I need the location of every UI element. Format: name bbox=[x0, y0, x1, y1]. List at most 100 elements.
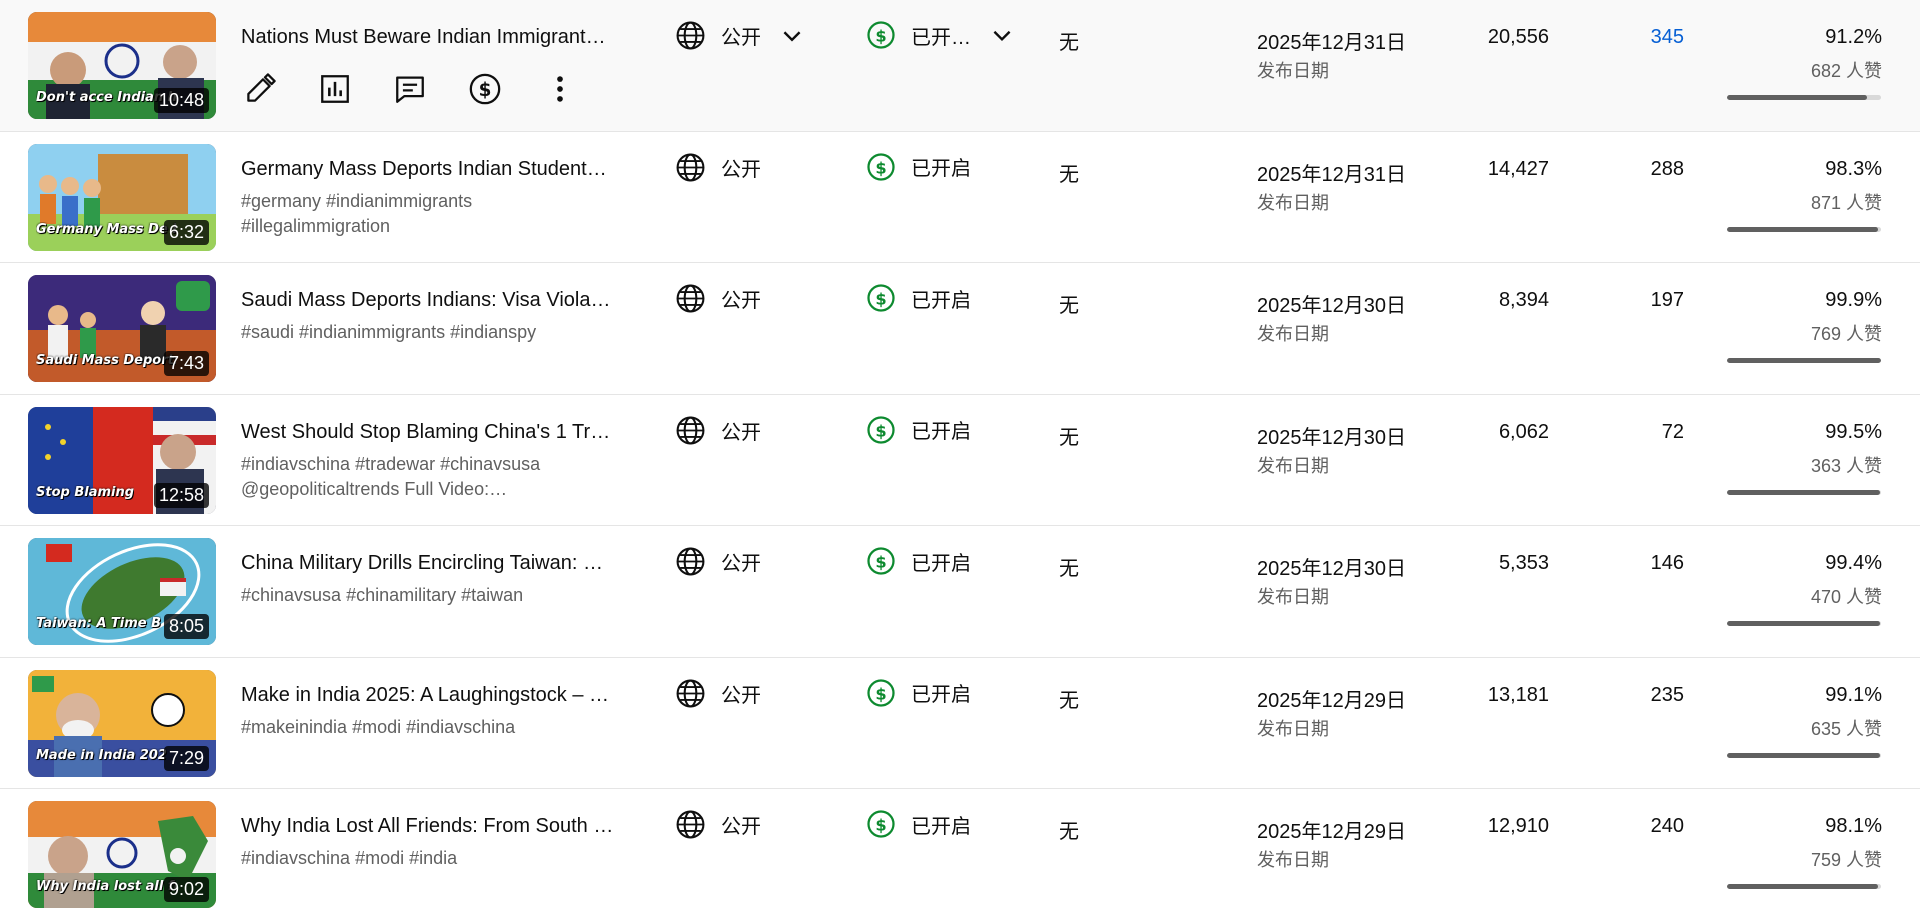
likes-percentage: 91.2% bbox=[1825, 26, 1882, 48]
monetization-selector[interactable]: $ 已开启 bbox=[866, 415, 971, 445]
more-options-button[interactable] bbox=[541, 70, 578, 107]
view-count: 12,910 bbox=[1487, 815, 1549, 837]
svg-text:$: $ bbox=[875, 552, 886, 571]
publish-date: 2025年12月30日 bbox=[1257, 295, 1406, 317]
globe-icon bbox=[676, 679, 705, 707]
visibility-selector[interactable]: 公开 bbox=[675, 415, 761, 446]
comment-count[interactable]: 240 bbox=[1651, 815, 1684, 838]
video-thumbnail[interactable]: Made in India 202 7:29 bbox=[28, 669, 216, 777]
comment-count[interactable]: 288 bbox=[1651, 158, 1684, 181]
publish-date: 2025年12月30日 bbox=[1257, 426, 1406, 449]
monetization-label: 已开启 bbox=[911, 684, 971, 706]
visibility-selector[interactable]: 公开 bbox=[675, 152, 761, 183]
svg-text:$: $ bbox=[875, 158, 886, 177]
monetization-label: 已开启 bbox=[911, 289, 971, 312]
video-duration: 12:58 bbox=[153, 482, 209, 508]
likes-ratio-bar bbox=[1727, 358, 1881, 363]
comment-count[interactable]: 72 bbox=[1662, 421, 1684, 444]
globe-icon bbox=[676, 153, 705, 181]
description-line: @geopoliticaltrends Full Video:… bbox=[241, 478, 508, 499]
video-row[interactable]: Germany Mass De Indian Studen 6:32 Germa… bbox=[0, 131, 1920, 263]
comment-count[interactable]: 146 bbox=[1651, 552, 1684, 575]
monetization-selector[interactable]: $ 已开启 bbox=[866, 546, 971, 576]
monetization-selector[interactable]: $ 已开启 bbox=[866, 283, 971, 313]
restrictions: 无 bbox=[1059, 689, 1079, 712]
thumbnail-caption: Saudi Mass Deports bbox=[36, 353, 176, 368]
edit-button[interactable] bbox=[241, 70, 278, 107]
video-title[interactable]: West Should Stop Blaming China's 1 Tril… bbox=[241, 421, 614, 444]
video-row[interactable]: Why India lost all fr 9:02 Why India Los… bbox=[0, 789, 1920, 918]
video-title[interactable]: Make in India 2025: A Laughingstock – … bbox=[241, 684, 614, 707]
video-title[interactable]: Why India Lost All Friends: From South … bbox=[241, 815, 614, 838]
visibility-selector[interactable]: 公开 bbox=[675, 678, 761, 709]
video-thumbnail[interactable]: Don't acce Indian Immigr 10:48 bbox=[28, 12, 216, 119]
video-duration: 10:48 bbox=[153, 88, 209, 113]
comment-count[interactable]: 197 bbox=[1651, 289, 1684, 312]
visibility-selector[interactable]: 公开 bbox=[675, 20, 805, 51]
video-row[interactable]: Stop Blaming 12:58 West Should Stop Blam… bbox=[0, 394, 1920, 526]
video-thumbnail[interactable]: Taiwan: A Time B 8:05 bbox=[28, 538, 216, 645]
video-description: #saudi #indianimmigrants #indianspy bbox=[241, 320, 614, 345]
publish-date: 2025年12月31日 bbox=[1257, 163, 1406, 186]
likes-count: 470 人赞 bbox=[1810, 587, 1882, 607]
video-title[interactable]: Saudi Mass Deports Indians: Visa Viola… bbox=[241, 289, 614, 312]
dollar-circle-icon: $ bbox=[469, 73, 500, 104]
visibility-dropdown[interactable] bbox=[779, 23, 805, 49]
monetization-selector[interactable]: $ 已开启 bbox=[866, 809, 971, 839]
video-row[interactable]: Taiwan: A Time B 8:05 China Military Dri… bbox=[0, 526, 1920, 658]
likes-ratio-bar bbox=[1727, 884, 1881, 889]
globe-icon bbox=[676, 21, 705, 50]
visibility-selector[interactable]: 公开 bbox=[675, 283, 761, 314]
video-duration: 7:29 bbox=[163, 745, 209, 771]
pencil-icon bbox=[246, 72, 276, 102]
view-count: 13,181 bbox=[1487, 683, 1549, 706]
likes-count: 363 人赞 bbox=[1810, 455, 1882, 476]
dollar-circle-icon: $ bbox=[867, 415, 895, 444]
video-row[interactable]: Don't acce Indian Immigr 10:48 Nations M… bbox=[0, 0, 1920, 132]
video-row[interactable]: Made in India 202 7:29 Make in India 202… bbox=[0, 657, 1920, 789]
video-description: #chinavsusa #chinamilitary #taiwan bbox=[241, 583, 614, 608]
thumbnail-caption: Taiwan: A Time B bbox=[36, 616, 162, 631]
video-title[interactable]: Germany Mass Deports Indian Student… bbox=[241, 158, 614, 181]
likes-ratio-bar bbox=[1727, 489, 1881, 495]
restrictions: 无 bbox=[1059, 163, 1079, 186]
video-duration: 9:02 bbox=[163, 877, 209, 902]
video-row[interactable]: Saudi Mass Deports 7:43 Saudi Mass Depor… bbox=[0, 263, 1920, 395]
svg-text:$: $ bbox=[875, 421, 886, 440]
comment-count[interactable]: 345 bbox=[1651, 26, 1684, 49]
earn-button[interactable]: $ bbox=[466, 70, 503, 107]
thumbnail-caption: Why India lost all fr bbox=[36, 879, 176, 894]
monetization-label: 已开启 bbox=[911, 815, 971, 838]
video-thumbnail[interactable]: Why India lost all fr 9:02 bbox=[28, 801, 216, 908]
dollar-circle-icon: $ bbox=[867, 547, 895, 575]
monetization-selector[interactable]: $ 已开启 bbox=[866, 678, 971, 708]
likes-percentage: 99.9% bbox=[1825, 289, 1882, 311]
video-duration: 8:05 bbox=[163, 614, 209, 639]
video-duration: 7:43 bbox=[163, 351, 209, 376]
video-title[interactable]: Nations Must Beware Indian Immigrant… bbox=[241, 26, 614, 49]
comments-button[interactable] bbox=[391, 70, 428, 107]
video-thumbnail[interactable]: Stop Blaming 12:58 bbox=[28, 406, 216, 514]
comment-icon bbox=[395, 76, 424, 103]
analytics-button[interactable] bbox=[316, 70, 353, 107]
thumbnail-caption: Stop Blaming bbox=[36, 484, 135, 500]
monetization-selector[interactable]: $ 已开… bbox=[866, 20, 1015, 50]
likes-count: 871 人赞 bbox=[1810, 192, 1882, 213]
monetization-dropdown[interactable] bbox=[989, 22, 1015, 48]
visibility-selector[interactable]: 公开 bbox=[675, 809, 761, 840]
likes-ratio-bar bbox=[1727, 95, 1881, 100]
view-count: 6,062 bbox=[1498, 420, 1549, 443]
publish-date: 2025年12月31日 bbox=[1257, 32, 1406, 54]
globe-icon bbox=[676, 416, 705, 444]
likes-ratio-bar bbox=[1727, 621, 1881, 626]
video-thumbnail[interactable]: Saudi Mass Deports 7:43 bbox=[28, 275, 216, 382]
publish-date-label: 发布日期 bbox=[1257, 324, 1329, 344]
visibility-selector[interactable]: 公开 bbox=[675, 546, 761, 577]
video-thumbnail[interactable]: Germany Mass De Indian Studen 6:32 bbox=[28, 143, 216, 251]
publish-date: 2025年12月29日 bbox=[1257, 689, 1406, 712]
comment-count[interactable]: 235 bbox=[1651, 684, 1684, 707]
svg-text:$: $ bbox=[875, 684, 886, 703]
video-title[interactable]: China Military Drills Encircling Taiwan:… bbox=[241, 552, 614, 575]
likes-ratio-fill bbox=[1727, 358, 1881, 363]
monetization-selector[interactable]: $ 已开启 bbox=[866, 152, 971, 182]
